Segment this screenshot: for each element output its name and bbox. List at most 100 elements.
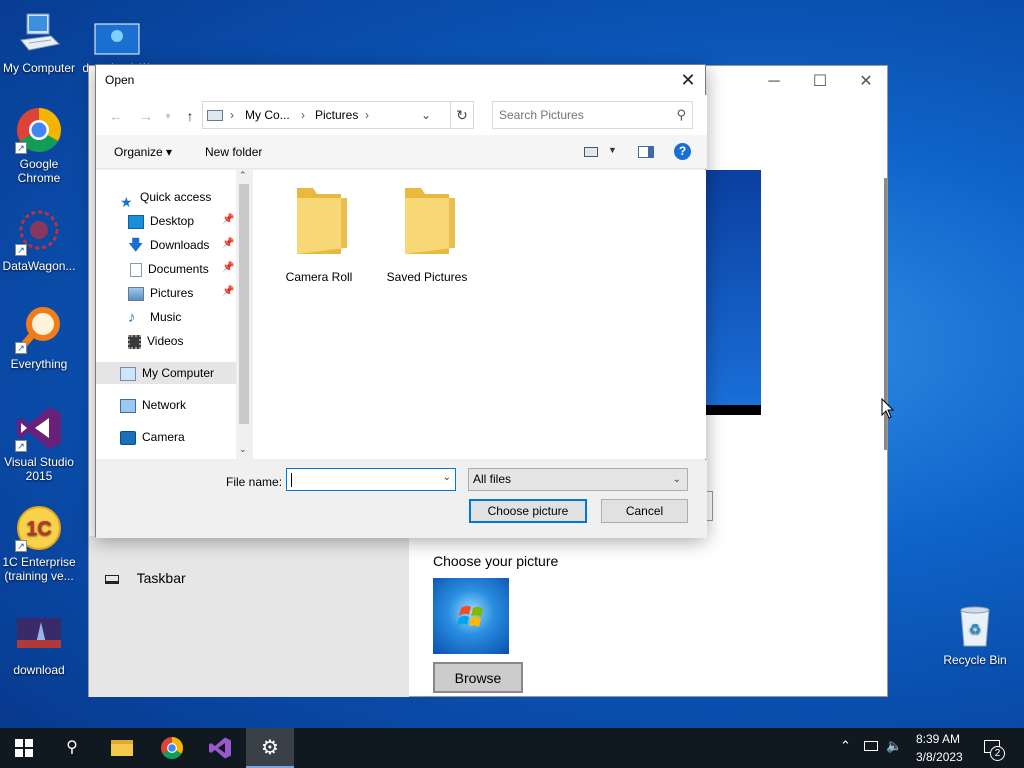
breadcrumb-separator: ›: [301, 108, 305, 122]
folder-item[interactable]: Saved Pictures: [377, 184, 477, 284]
start-button[interactable]: [0, 728, 48, 768]
settings-sidebar: Taskbar: [89, 536, 409, 697]
folder-location-icon: [207, 110, 223, 121]
desktop-icon-my-computer[interactable]: My Computer: [0, 10, 78, 75]
nav-item-music[interactable]: ♪ Music: [128, 306, 181, 328]
pin-icon[interactable]: 📌: [222, 238, 234, 249]
breadcrumb-my-computer[interactable]: My Co...: [245, 102, 290, 128]
nav-item-camera[interactable]: Camera: [120, 426, 185, 448]
volume-icon[interactable]: 🔈: [886, 738, 902, 754]
address-history-dropdown-icon[interactable]: ⌄: [421, 102, 431, 128]
choose-picture-button[interactable]: Choose picture: [469, 499, 587, 523]
desktop-icon-chrome[interactable]: ↗ Google Chrome: [0, 106, 78, 185]
svg-text:♻: ♻: [969, 622, 982, 638]
svg-text:1С: 1С: [26, 518, 52, 540]
search-icon[interactable]: ⚲: [48, 728, 96, 768]
open-dialog: Open ✕ ← → ▾ ↑ › My Co... › Pictures › ⌄…: [95, 64, 707, 538]
close-button[interactable]: ✕: [851, 72, 881, 92]
desktop-icon-1c-enterprise[interactable]: 1С ↗ 1C Enterprise (training ve...: [0, 504, 78, 583]
network-icon[interactable]: [864, 741, 878, 751]
nav-pane-scrollbar[interactable]: ⌃ ⌄: [236, 170, 252, 459]
clock-time[interactable]: 8:39 AM: [916, 732, 960, 746]
visual-studio-icon[interactable]: [196, 728, 244, 768]
nav-item-label: Camera: [142, 430, 185, 444]
address-bar[interactable]: › My Co... › Pictures › ⌄: [202, 101, 474, 129]
pin-icon[interactable]: 📌: [222, 262, 234, 273]
nav-item-network[interactable]: Network: [120, 394, 186, 416]
organize-button[interactable]: Organize ▾: [114, 145, 172, 159]
background-preview: [706, 170, 761, 415]
up-arrow-icon[interactable]: ↑: [180, 107, 200, 125]
windows-start-icon: [15, 739, 33, 757]
new-folder-button[interactable]: New folder: [205, 145, 262, 159]
notification-count-badge: 2: [990, 746, 1005, 761]
clock-date[interactable]: 3/8/2023: [916, 750, 963, 764]
search-box[interactable]: ⚲: [492, 101, 693, 129]
maximize-button[interactable]: ☐: [805, 72, 835, 92]
nav-item-label: Music: [150, 310, 182, 324]
chrome-icon[interactable]: [148, 728, 196, 768]
nav-item-quick-access[interactable]: ★ Quick access: [120, 186, 211, 210]
music-icon: ♪: [128, 308, 136, 326]
desktop-icon-label: My Computer: [2, 61, 76, 75]
desktop-icon-download-1[interactable]: download (1): [78, 10, 156, 72]
breadcrumb-pictures[interactable]: Pictures: [315, 102, 358, 128]
desktop-icon-label: 1C Enterprise (training ve...: [2, 555, 76, 583]
scrollbar-thumb[interactable]: [239, 184, 249, 424]
file-name-label: File name:: [226, 475, 283, 489]
minimize-button[interactable]: ─: [759, 72, 789, 92]
dialog-titlebar[interactable]: Open ✕: [96, 65, 705, 95]
breadcrumb-separator: ›: [230, 108, 234, 122]
file-explorer-icon[interactable]: [98, 728, 146, 768]
preview-pane-icon[interactable]: [638, 146, 654, 158]
desktop-icon-download[interactable]: download: [0, 612, 78, 677]
nav-item-pictures[interactable]: Pictures: [128, 282, 193, 304]
help-icon[interactable]: ?: [674, 143, 691, 160]
cancel-button[interactable]: Cancel: [601, 499, 688, 523]
scroll-down-icon[interactable]: ⌄: [239, 444, 247, 455]
nav-item-documents[interactable]: Documents: [128, 258, 209, 280]
mouse-cursor-icon: [881, 398, 895, 419]
refresh-icon[interactable]: ↻: [450, 101, 474, 129]
folder-label: Camera Roll: [285, 270, 353, 284]
dialog-toolbar: Organize ▾ New folder ▼ ?: [96, 135, 707, 169]
datawagon-icon: ↗: [15, 208, 63, 256]
nav-item-desktop[interactable]: Desktop: [128, 210, 194, 232]
search-input[interactable]: [499, 108, 669, 122]
pin-icon[interactable]: 📌: [222, 214, 234, 225]
file-name-input[interactable]: ⌄: [286, 468, 456, 491]
pin-icon[interactable]: 📌: [222, 286, 234, 297]
chevron-down-icon[interactable]: ⌄: [673, 469, 681, 490]
file-list: Camera Roll Saved Pictures: [253, 170, 706, 459]
choose-picture-label: Choose your picture: [433, 553, 559, 569]
nav-item-videos[interactable]: Videos: [128, 330, 183, 352]
back-arrow-icon[interactable]: ←: [106, 107, 126, 125]
browse-button[interactable]: Browse: [433, 662, 523, 693]
desktop-icon-everything[interactable]: ↗ Everything: [0, 306, 78, 371]
chevron-down-icon[interactable]: ⌄: [443, 472, 451, 483]
nav-item-downloads[interactable]: 🡇 Downloads: [128, 234, 209, 256]
system-tray: ⌃ 🔈 8:39 AM 3/8/2023 2: [836, 728, 1024, 768]
desktop-icon-datawagon[interactable]: ↗ DataWagon...: [0, 208, 78, 273]
recent-locations-icon[interactable]: ▾: [158, 107, 178, 125]
desktop-icon-visual-studio[interactable]: ↗ Visual Studio 2015: [0, 404, 78, 483]
file-type-select[interactable]: All files ⌄: [468, 468, 688, 491]
settings-gear-icon[interactable]: ⚙: [246, 728, 294, 768]
scroll-up-icon[interactable]: ⌃: [239, 170, 247, 181]
chevron-up-icon[interactable]: ⌃: [840, 738, 851, 754]
navigation-row: ← → ▾ ↑ › My Co... › Pictures › ⌄ ↻ ⚲: [96, 95, 707, 135]
1c-enterprise-icon: 1С ↗: [15, 504, 63, 552]
desktop-icon-label: Visual Studio 2015: [4, 455, 74, 483]
forward-arrow-icon[interactable]: →: [136, 107, 156, 125]
desktop-icon-recycle-bin[interactable]: ♻ Recycle Bin: [936, 602, 1014, 667]
view-options-dropdown-icon[interactable]: ▼: [608, 145, 617, 155]
close-icon[interactable]: ✕: [677, 69, 699, 91]
picture-thumbnail[interactable]: [433, 578, 509, 654]
desktop-icon-label: Recycle Bin: [943, 653, 1007, 667]
folder-item[interactable]: Camera Roll: [269, 184, 369, 284]
nav-item-label: Documents: [148, 262, 209, 276]
nav-item-my-computer[interactable]: My Computer: [96, 362, 236, 384]
sidebar-item-taskbar[interactable]: Taskbar: [105, 570, 186, 586]
change-view-icon[interactable]: [584, 147, 598, 157]
folder-label: Saved Pictures: [386, 270, 468, 284]
